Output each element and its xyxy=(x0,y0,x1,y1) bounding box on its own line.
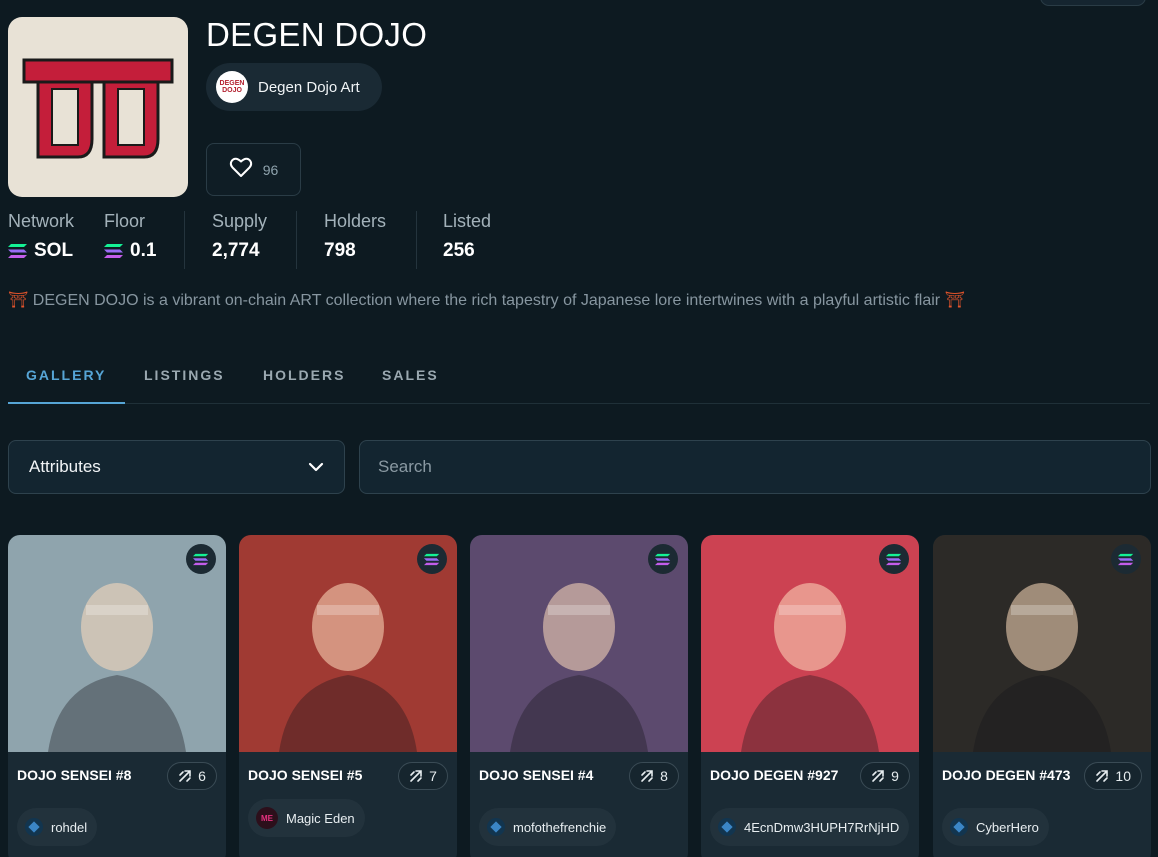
stat-divider xyxy=(296,211,297,269)
rank-value: 7 xyxy=(429,768,437,784)
stat-value: 256 xyxy=(443,240,475,261)
creator-name: Degen Dojo Art xyxy=(258,78,360,96)
rank-badge: 6 xyxy=(167,762,217,790)
wallet-icon xyxy=(25,818,43,836)
collection-description: ⛩ DEGEN DOJO is a vibrant on-chain ART c… xyxy=(8,290,965,310)
stat-divider xyxy=(184,211,185,269)
description-text: DEGEN DOJO is a vibrant on-chain ART col… xyxy=(32,292,941,309)
rank-badge: 10 xyxy=(1084,762,1142,790)
owner-chip[interactable]: CyberHero xyxy=(942,808,1049,846)
solana-badge-icon xyxy=(417,544,447,574)
rank-icon xyxy=(178,769,192,783)
attributes-dropdown[interactable]: Attributes xyxy=(8,440,345,494)
owner-name: CyberHero xyxy=(976,819,1039,835)
stat-label: Floor xyxy=(104,211,146,231)
stat-supply: Supply 2,774 xyxy=(212,211,267,269)
stat-label: Listed xyxy=(443,211,492,231)
creator-avatar: DEGEN DOJO xyxy=(216,71,248,103)
stat-divider xyxy=(416,211,417,269)
nft-card[interactable]: DOJO DEGEN #927 9 4EcnDmw3HUPH7RrNjHD xyxy=(701,535,919,857)
owner-name: Magic Eden xyxy=(286,810,355,826)
rank-value: 6 xyxy=(198,768,206,784)
owner-name: rohdel xyxy=(51,819,88,835)
nft-card[interactable]: DOJO SENSEI #4 8 mofothefrenchie xyxy=(470,535,688,857)
stat-value: 798 xyxy=(324,240,356,261)
stat-network: Network SOL xyxy=(8,211,74,269)
solana-icon xyxy=(8,244,27,258)
wallet-icon xyxy=(487,818,505,836)
stat-label: Holders xyxy=(324,211,387,231)
nft-name: DOJO SENSEI #5 xyxy=(248,767,363,783)
stat-holders: Holders 798 xyxy=(324,211,386,269)
attributes-label: Attributes xyxy=(29,457,101,476)
nft-name: DOJO DEGEN #927 xyxy=(710,767,839,783)
rank-badge: 7 xyxy=(398,762,448,790)
collection-title: DEGEN DOJO xyxy=(206,16,428,53)
rank-value: 9 xyxy=(891,768,899,784)
active-tab-indicator xyxy=(8,402,125,404)
solana-icon xyxy=(104,244,123,258)
solana-badge-icon xyxy=(879,544,909,574)
tab-gallery[interactable]: GALLERY xyxy=(26,367,106,383)
wallet-icon xyxy=(950,818,968,836)
search-input[interactable] xyxy=(359,440,1151,494)
creator-chip[interactable]: DEGEN DOJO Degen Dojo Art xyxy=(206,63,382,111)
stat-listed: Listed 256 xyxy=(443,211,491,269)
solana-badge-icon xyxy=(1111,544,1141,574)
rank-value: 10 xyxy=(1115,768,1131,784)
stat-floor: Floor 0.1 xyxy=(104,211,156,269)
rank-icon xyxy=(409,769,423,783)
rank-value: 8 xyxy=(660,768,668,784)
nft-name: DOJO SENSEI #8 xyxy=(17,767,132,783)
chevron-down-icon xyxy=(308,462,324,472)
tab-holders[interactable]: HOLDERS xyxy=(263,367,345,383)
wallet-icon xyxy=(718,818,736,836)
solana-badge-icon xyxy=(186,544,216,574)
solana-badge-icon xyxy=(648,544,678,574)
collection-tabs: GALLERY LISTINGS HOLDERS SALES xyxy=(8,355,1150,404)
nft-card[interactable]: DOJO SENSEI #5 7 ME Magic Eden xyxy=(239,535,457,857)
stat-label: Supply xyxy=(212,211,268,231)
like-count: 96 xyxy=(262,161,279,178)
nft-card[interactable]: DOJO DEGEN #473 10 CyberHero xyxy=(933,535,1151,857)
torii-icon: ⛩ xyxy=(944,292,965,309)
top-menu-button[interactable] xyxy=(1040,0,1146,6)
rank-icon xyxy=(871,769,885,783)
rank-icon xyxy=(1095,769,1109,783)
owner-chip[interactable]: ME Magic Eden xyxy=(248,799,365,837)
stat-value: SOL xyxy=(34,240,74,261)
owner-name: 4EcnDmw3HUPH7RrNjHD xyxy=(744,819,900,835)
nft-card[interactable]: DOJO SENSEI #8 6 rohdel xyxy=(8,535,226,857)
owner-chip[interactable]: 4EcnDmw3HUPH7RrNjHD xyxy=(710,808,910,846)
magic-eden-icon: ME xyxy=(256,807,278,829)
owner-chip[interactable]: mofothefrenchie xyxy=(479,808,617,846)
stat-value: 0.1 xyxy=(130,240,157,261)
stat-label: Network xyxy=(8,211,75,231)
rank-badge: 9 xyxy=(860,762,910,790)
owner-name: mofothefrenchie xyxy=(513,819,607,835)
nft-name: DOJO DEGEN #473 xyxy=(942,767,1071,783)
rank-badge: 8 xyxy=(629,762,679,790)
owner-chip[interactable]: rohdel xyxy=(17,808,98,846)
nft-name: DOJO SENSEI #4 xyxy=(479,767,594,783)
torii-icon: ⛩ xyxy=(8,292,29,309)
stat-value: 2,774 xyxy=(212,240,260,261)
collection-logo xyxy=(8,17,188,197)
like-button[interactable]: 96 xyxy=(206,143,301,196)
tab-listings[interactable]: LISTINGS xyxy=(144,367,225,383)
tab-sales[interactable]: SALES xyxy=(382,367,439,383)
rank-icon xyxy=(640,769,654,783)
heart-icon xyxy=(229,156,253,183)
